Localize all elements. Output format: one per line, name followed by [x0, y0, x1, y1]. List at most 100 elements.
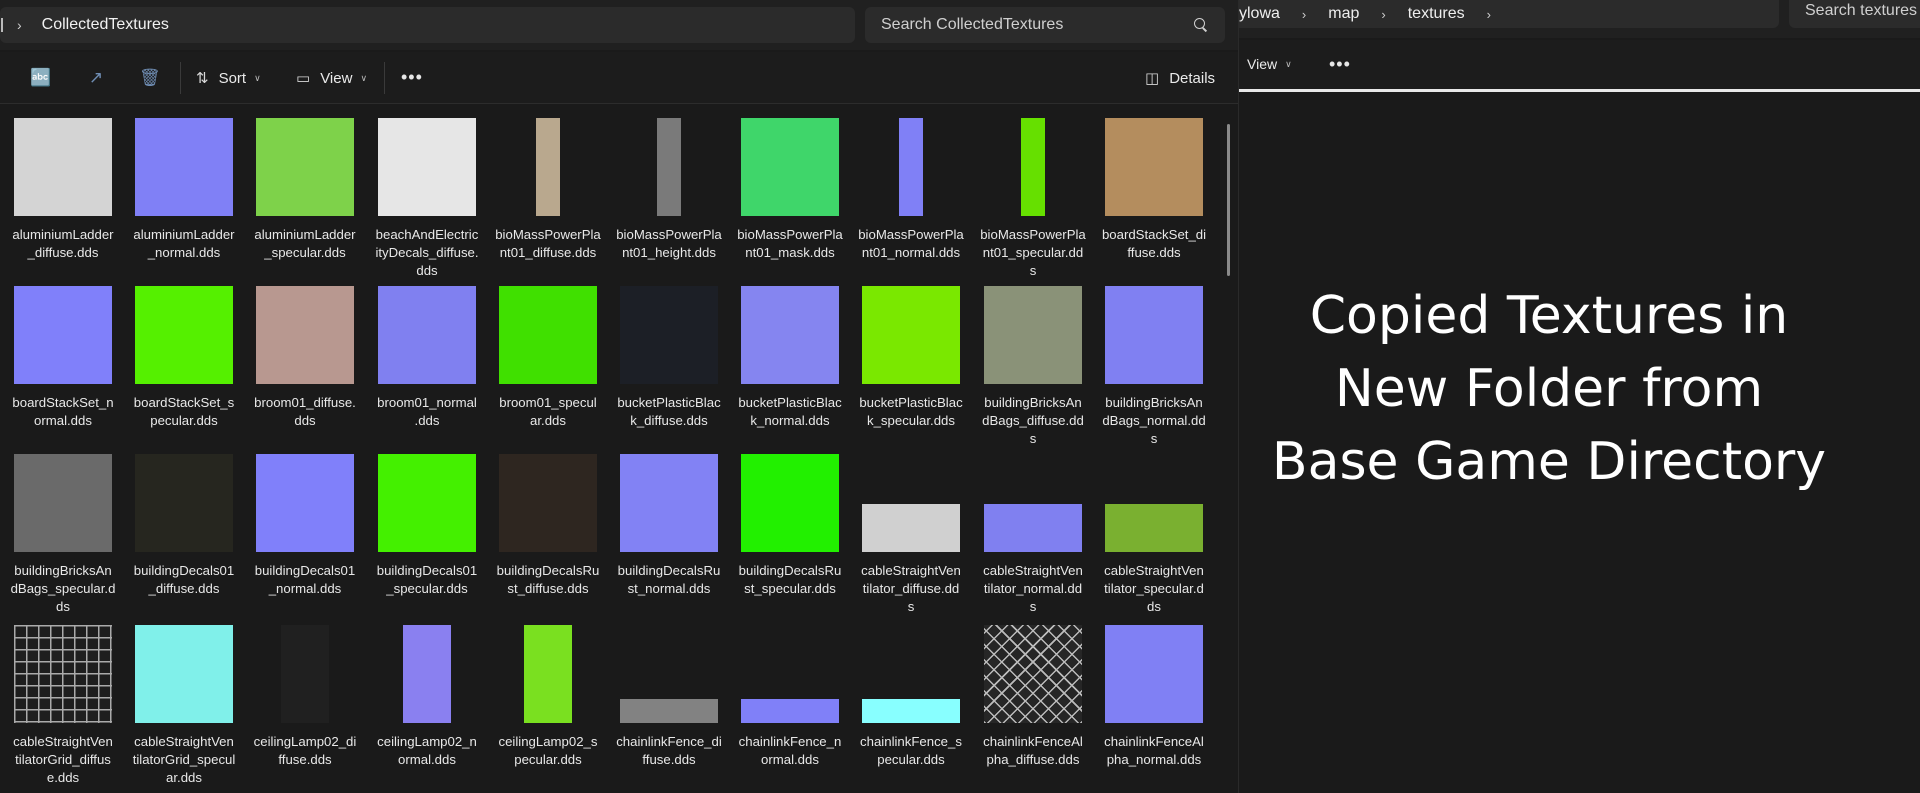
vertical-scrollbar[interactable] [1227, 124, 1230, 276]
file-item[interactable]: aluminiumLadder _diffuse.dds [2, 118, 124, 283]
file-item[interactable]: cableStraightVen tilator_normal.dd s [972, 454, 1094, 619]
address-bar[interactable]: › CollectedTextures [0, 7, 855, 43]
file-item[interactable]: broom01_specul ar.dds [487, 286, 609, 451]
file-name-line: bucketPlasticBlac [738, 395, 842, 410]
file-name: chainlinkFence_di ffuse.dds [608, 733, 730, 769]
file-item[interactable]: chainlinkFenceAl pha_diffuse.dds [972, 625, 1094, 790]
file-item[interactable]: cableStraightVen tilatorGrid_diffus e.dds [2, 625, 124, 790]
chevron-right-icon[interactable]: › [1302, 7, 1306, 22]
file-name: broom01_specul ar.dds [487, 394, 609, 430]
file-item[interactable]: bioMassPowerPla nt01_normal.dds [850, 118, 972, 283]
view-label: View [320, 69, 353, 87]
sort-label: Sort [218, 69, 247, 87]
file-item[interactable]: bioMassPowerPla nt01_mask.dds [729, 118, 851, 283]
sort-button[interactable]: ⇅ Sort ∨ [196, 66, 261, 90]
file-name: bucketPlasticBlac k_normal.dds [729, 394, 851, 430]
view-button[interactable]: ▭ View ∨ [296, 66, 367, 90]
file-item[interactable]: bioMassPowerPla nt01_diffuse.dds [487, 118, 609, 283]
file-name: broom01_normal .dds [366, 394, 488, 430]
more-options-icon[interactable]: ••• [1329, 54, 1351, 75]
breadcrumb-item[interactable]: ylowa [1239, 5, 1280, 23]
file-item[interactable]: chainlinkFence_n ormal.dds [729, 625, 851, 790]
file-name: chainlinkFenceAl pha_normal.dds [1093, 733, 1215, 769]
texture-thumbnail [499, 454, 597, 552]
file-item[interactable]: cableStraightVen tilator_specular.d ds [1093, 454, 1215, 619]
file-name-line: tilatorGrid_diffus [15, 752, 111, 767]
file-name-line: ormal.dds [398, 752, 456, 767]
file-item[interactable]: ceilingLamp02_n ormal.dds [366, 625, 488, 790]
search-input[interactable]: Search textures [1789, 0, 1920, 28]
texture-thumbnail [378, 118, 476, 216]
file-name-line: s [1029, 599, 1037, 614]
file-item[interactable]: boardStackSet_s pecular.dds [123, 286, 245, 451]
file-name-line: chainlinkFence_s [860, 734, 962, 749]
file-item[interactable]: aluminiumLadder _normal.dds [123, 118, 245, 283]
file-item[interactable]: buildingBricksAn dBags_normal.dd s [1093, 286, 1215, 451]
file-item[interactable]: cableStraightVen tilatorGrid_specul ar.dds [123, 625, 245, 790]
texture-thumbnail [536, 118, 560, 216]
delete-icon[interactable]: 🗑 [139, 68, 161, 88]
file-item[interactable]: bucketPlasticBlac k_normal.dds [729, 286, 851, 451]
address-bar[interactable]: ylowa › map › textures › [1239, 0, 1779, 28]
file-item[interactable]: ceilingLamp02_di ffuse.dds [244, 625, 366, 790]
file-name: aluminiumLadder _specular.dds [244, 226, 366, 262]
file-item[interactable]: buildingDecalsRu st_diffuse.dds [487, 454, 609, 619]
breadcrumb-item[interactable]: map [1328, 5, 1359, 23]
chevron-right-icon[interactable]: › [1381, 7, 1385, 22]
search-placeholder: Search CollectedTextures [881, 16, 1064, 33]
file-item[interactable]: beachAndElectric ityDecals_diffuse. dds [366, 118, 488, 283]
more-options-icon[interactable]: ••• [401, 68, 423, 86]
rename-icon[interactable]: 🔤 [30, 68, 51, 88]
file-name-line: buildingBricksAn [984, 395, 1082, 410]
file-item[interactable]: aluminiumLadder _specular.dds [244, 118, 366, 283]
file-name-line: ds [1147, 599, 1161, 614]
file-item[interactable]: buildingDecalsRu st_normal.dds [608, 454, 730, 619]
file-item[interactable]: buildingDecals01 _specular.dds [366, 454, 488, 619]
share-icon[interactable]: ↗ [86, 68, 106, 88]
breadcrumb-current[interactable]: CollectedTextures [42, 16, 169, 34]
file-name: bioMassPowerPla nt01_diffuse.dds [487, 226, 609, 262]
chevron-right-icon[interactable]: › [17, 17, 22, 33]
texture-thumbnail [862, 286, 960, 384]
file-item[interactable]: chainlinkFenceAl pha_normal.dds [1093, 625, 1215, 790]
file-name-line: dds [416, 263, 438, 278]
file-name: beachAndElectric ityDecals_diffuse. dds [366, 226, 488, 280]
file-item[interactable]: chainlinkFence_s pecular.dds [850, 625, 972, 790]
file-name-line: cableStraightVen [983, 563, 1083, 578]
file-name: broom01_diffuse. dds [244, 394, 366, 430]
texture-thumbnail [984, 504, 1082, 552]
file-item[interactable]: chainlinkFence_di ffuse.dds [608, 625, 730, 790]
file-name-line: buildingBricksAn [1105, 395, 1203, 410]
file-name: buildingDecalsRu st_diffuse.dds [487, 562, 609, 598]
command-bar: 🔤 ↗ 🗑 ⇅ Sort ∨ ▭ View ∨ ••• ◫ Details [0, 52, 1238, 104]
file-item[interactable]: buildingBricksAn dBags_specular.d ds [2, 454, 124, 619]
texture-thumbnail [403, 625, 451, 723]
chevron-right-icon[interactable]: › [1487, 7, 1491, 22]
file-item[interactable]: buildingBricksAn dBags_diffuse.dd s [972, 286, 1094, 451]
details-button[interactable]: ◫ Details [1145, 66, 1215, 90]
file-name: ceilingLamp02_n ormal.dds [366, 733, 488, 769]
file-name: bucketPlasticBlac k_diffuse.dds [608, 394, 730, 430]
file-item[interactable]: bioMassPowerPla nt01_height.dds [608, 118, 730, 283]
file-item[interactable]: bucketPlasticBlac k_diffuse.dds [608, 286, 730, 451]
file-item[interactable]: buildingDecals01 _normal.dds [244, 454, 366, 619]
file-item[interactable]: buildingDecalsRu st_specular.dds [729, 454, 851, 619]
texture-thumbnail [1105, 625, 1203, 723]
file-name-line: bioMassPowerPla [495, 227, 601, 242]
breadcrumb-item[interactable]: textures [1408, 5, 1465, 23]
file-item[interactable]: ceilingLamp02_s pecular.dds [487, 625, 609, 790]
search-icon[interactable] [1193, 17, 1209, 33]
view-button[interactable]: View ∨ [1247, 56, 1292, 72]
file-item[interactable]: broom01_diffuse. dds [244, 286, 366, 451]
search-input[interactable]: Search CollectedTextures [865, 7, 1225, 43]
file-item[interactable]: bucketPlasticBlac k_specular.dds [850, 286, 972, 451]
file-item[interactable]: bioMassPowerPla nt01_specular.dd s [972, 118, 1094, 283]
texture-thumbnail [862, 504, 960, 552]
file-item[interactable]: boardStackSet_n ormal.dds [2, 286, 124, 451]
file-item[interactable]: buildingDecals01 _diffuse.dds [123, 454, 245, 619]
file-item[interactable]: cableStraightVen tilator_diffuse.dd s [850, 454, 972, 619]
file-item[interactable]: boardStackSet_di ffuse.dds [1093, 118, 1215, 283]
file-item[interactable]: broom01_normal .dds [366, 286, 488, 451]
toolbar-divider [384, 62, 385, 94]
file-name-line: ityDecals_diffuse. [375, 245, 479, 260]
